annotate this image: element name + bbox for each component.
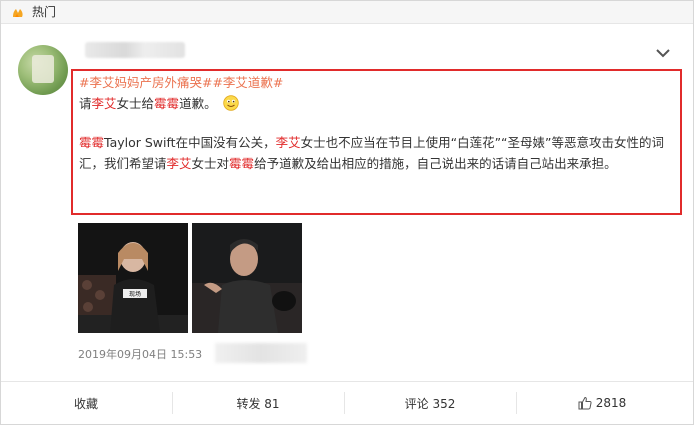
like-count: 2818 [595, 396, 627, 410]
shirt-text: 现场 [129, 290, 141, 298]
repost-label: 转发 81 [236, 396, 280, 411]
username-blurred[interactable] [85, 42, 185, 58]
post-line-1: 请李艾女士给霉霉道歉。 [79, 94, 674, 115]
post-photo-1[interactable]: 现场 [78, 223, 188, 333]
text-segment: 道歉。 [179, 95, 217, 111]
smile-emoji-icon [222, 94, 239, 111]
source-blurred [215, 343, 307, 363]
highlight-name: 李艾 [91, 95, 117, 111]
repost-button[interactable]: 转发 81 [173, 382, 343, 424]
highlight-name: 李艾 [166, 155, 192, 171]
comment-button[interactable]: 评论 352 [345, 382, 515, 424]
text-segment: 女士对 [191, 155, 230, 171]
highlight-name: 霉霉 [79, 135, 105, 150]
action-bar: 收藏 转发 81 评论 352 2818 [1, 381, 693, 424]
topic-link[interactable]: #李艾道歉# [212, 75, 283, 90]
topic-link[interactable]: #李艾妈妈产房外痛哭# [79, 75, 212, 90]
weibo-post-card: 热门 #李艾妈妈产房外痛哭##李艾道歉# 请李艾女士给霉霉道歉。 霉霉Taylo… [0, 0, 694, 425]
highlight-name: 霉霉 [154, 95, 180, 111]
comment-label: 评论 352 [404, 396, 456, 411]
highlight-name: 霉霉 [229, 155, 255, 171]
highlight-name: 李艾 [275, 135, 301, 150]
text-segment: 给予道歉及给出相应的措施，自己说出来的话请自己站出来承担。 [254, 155, 617, 171]
hot-header: 热门 [1, 1, 693, 24]
hot-icon [13, 9, 23, 17]
text-segment: Taylor Swift在中国没有公关， [104, 135, 276, 150]
text-segment: 女士给 [116, 95, 155, 111]
post-timestamp[interactable]: 2019年09月04日 15:53 [78, 346, 202, 362]
favorite-label: 收藏 [73, 396, 98, 411]
hot-label: 热门 [32, 5, 57, 19]
chevron-down-icon[interactable] [656, 48, 670, 58]
text-segment: 请 [79, 95, 92, 111]
favorite-button[interactable]: 收藏 [1, 382, 171, 424]
avatar[interactable] [18, 45, 68, 95]
post-photo-2[interactable] [192, 223, 302, 333]
post-text-highlighted: #李艾妈妈产房外痛哭##李艾道歉# 请李艾女士给霉霉道歉。 霉霉Taylor S… [71, 69, 682, 215]
topics-line: #李艾妈妈产房外痛哭##李艾道歉# [79, 73, 674, 94]
like-button[interactable]: 2818 [517, 382, 687, 424]
thumbs-up-icon [578, 396, 592, 410]
post-paragraph-2: 霉霉Taylor Swift在中国没有公关，李艾女士也不应当在节目上使用“白莲花… [79, 133, 674, 174]
